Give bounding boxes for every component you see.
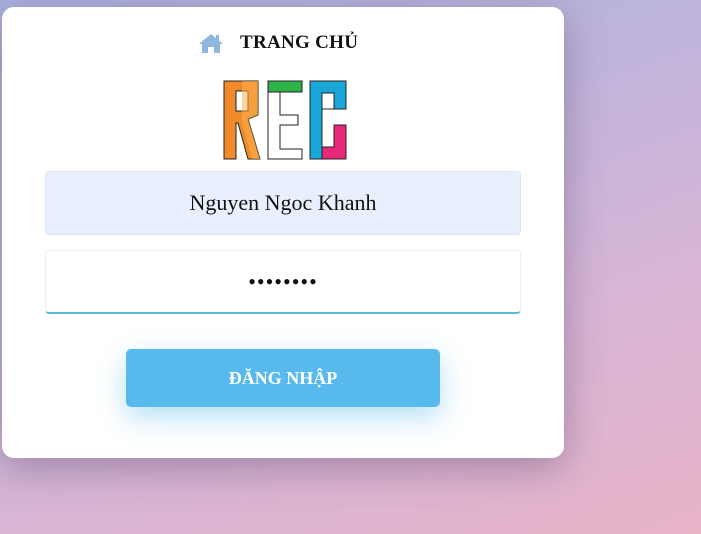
home-link-label[interactable]: TRANG CHỦ <box>240 32 358 54</box>
home-icon[interactable] <box>198 32 224 54</box>
login-card: TRANG CHỦ ĐĂNG NHẬP <box>2 7 564 458</box>
password-input[interactable] <box>45 250 521 314</box>
rec-logo-graphic <box>223 80 347 160</box>
home-link[interactable]: TRANG CHỦ <box>198 32 358 54</box>
login-button[interactable]: ĐĂNG NHẬP <box>126 349 440 407</box>
username-input[interactable] <box>45 171 521 235</box>
rec-logo <box>222 79 350 161</box>
